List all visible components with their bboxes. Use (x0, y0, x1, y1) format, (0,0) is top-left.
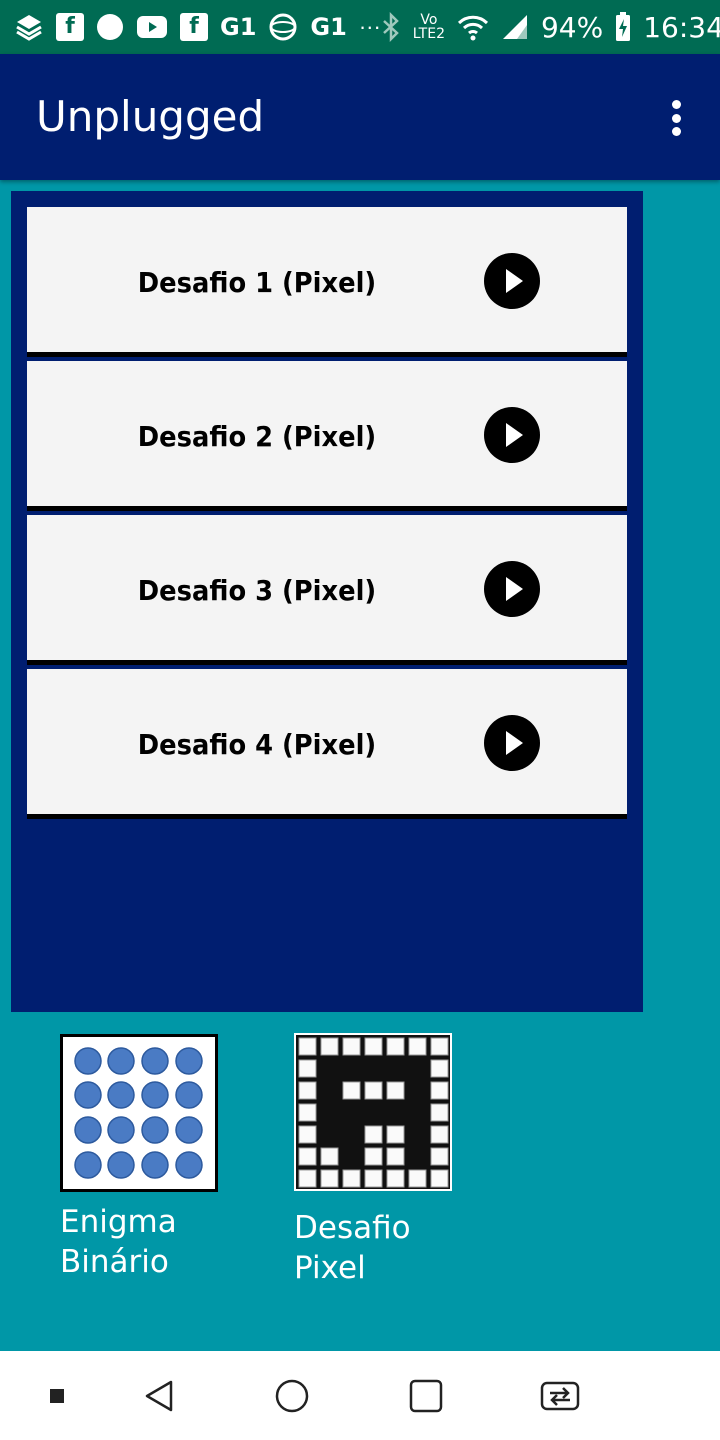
switch-apps-icon[interactable] (535, 1371, 585, 1421)
volte-icon: Vo LTE2 (413, 12, 445, 42)
app-label: Desafio Pixel (294, 1210, 411, 1286)
battery-icon (615, 12, 631, 42)
home-icon[interactable] (267, 1371, 317, 1421)
challenge-item[interactable]: Desafio 2 (Pixel) (27, 361, 627, 511)
g1-icon: G1 (310, 13, 347, 41)
battery-percent: 94% (540, 10, 604, 44)
challenge-label: Desafio 2 (Pixel) (137, 419, 377, 453)
app-label: Enigma Binário (60, 1204, 177, 1280)
status-bar: f f G1 G1 ··· Vo LTE2 94% 16:34 (0, 0, 720, 54)
pixel-grid-icon[interactable] (294, 1033, 452, 1191)
app-enigma-binario[interactable]: Enigma Binário (60, 1034, 218, 1282)
layers-icon (14, 12, 44, 42)
challenge-item[interactable]: Desafio 3 (Pixel) (27, 515, 627, 665)
bluetooth-icon (381, 12, 401, 42)
g1-icon: G1 (220, 13, 257, 41)
binary-dots-icon[interactable] (60, 1034, 218, 1192)
play-icon[interactable] (484, 715, 540, 771)
volte-label: Vo (420, 12, 438, 28)
app-desafio-pixel[interactable]: Desafio Pixel (294, 1033, 452, 1288)
wifi-icon (457, 12, 489, 42)
dot (671, 100, 681, 109)
dot (671, 113, 681, 123)
facebook-icon: f (180, 13, 208, 41)
challenge-label: Desafio 1 (Pixel) (137, 265, 377, 299)
play-icon[interactable] (484, 407, 540, 463)
menu-square-icon[interactable] (32, 1371, 82, 1421)
clock: 16:34 (643, 10, 720, 44)
network-label: LTE2 (412, 26, 445, 42)
navigation-bar (0, 1351, 720, 1440)
challenge-label: Desafio 4 (Pixel) (137, 727, 377, 761)
circle-icon (96, 12, 124, 42)
facebook-icon: f (56, 13, 84, 41)
challenge-item[interactable]: Desafio 4 (Pixel) (27, 669, 627, 819)
notification-icons: f f G1 G1 ··· (14, 12, 381, 42)
back-icon[interactable] (134, 1371, 184, 1421)
challenge-item[interactable]: Desafio 1 (Pixel) (27, 207, 627, 357)
youtube-icon (136, 12, 168, 42)
play-icon[interactable] (484, 561, 540, 617)
more-icon: ··· (358, 14, 381, 39)
globe-icon (268, 12, 298, 42)
play-icon[interactable] (484, 253, 540, 309)
recents-icon[interactable] (401, 1371, 451, 1421)
app-title: Unplugged (36, 92, 265, 141)
app-bar: Unplugged (0, 54, 720, 180)
dot (671, 127, 681, 136)
overflow-menu-button[interactable] (658, 94, 694, 142)
challenge-label: Desafio 3 (Pixel) (137, 573, 377, 607)
signal-icon (501, 12, 529, 42)
challenge-list-panel: Desafio 1 (Pixel) Desafio 2 (Pixel) Desa… (11, 191, 643, 1012)
system-icons: Vo LTE2 94% 16:34 (381, 10, 720, 44)
